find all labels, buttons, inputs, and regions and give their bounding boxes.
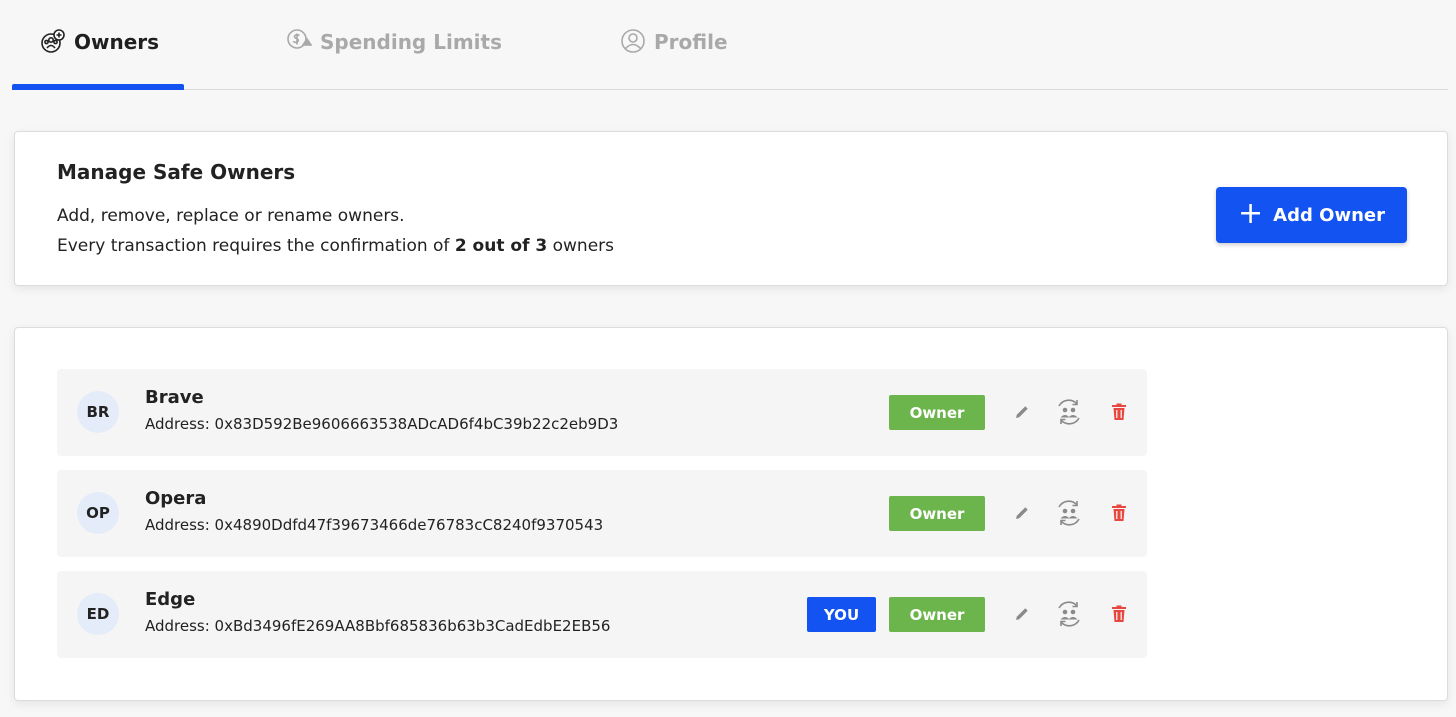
pencil-icon [1016, 507, 1028, 519]
replace-owner-button[interactable] [1053, 601, 1085, 627]
settings-tabs: Owners Spending Limits Profile [11, 0, 1448, 90]
owner-name: Edge [145, 589, 196, 610]
owner-address: Address: 0xBd3496fE269AA8Bbf685836b63b3C… [145, 617, 611, 635]
replace-owner-icon [1058, 399, 1080, 425]
plus-icon: + [1238, 195, 1264, 231]
tab-spending-limits[interactable]: Spending Limits [286, 28, 502, 90]
avatar: OP [77, 492, 119, 534]
owners-list-card: BR Brave Address: 0x83D592Be9606663538AD… [14, 327, 1448, 701]
tab-spending-limits-label: Spending Limits [320, 30, 502, 54]
replace-owner-icon [1058, 500, 1080, 526]
delete-owner-button[interactable] [1106, 399, 1132, 425]
owner-role-badge: Owner [889, 395, 985, 430]
owner-address: Address: 0x4890Ddfd47f39673466de76783cC8… [145, 516, 604, 534]
edit-owner-button[interactable] [1009, 500, 1035, 526]
edit-owner-button[interactable] [1009, 399, 1035, 425]
owner-row: ED Edge Address: 0xBd3496fE269AA8Bbf6858… [57, 571, 1147, 658]
replace-owner-icon [1058, 601, 1080, 627]
pencil-icon [1016, 608, 1028, 620]
tab-profile-label: Profile [654, 30, 728, 54]
profile-icon [620, 28, 646, 54]
avatar: BR [77, 391, 119, 433]
tab-owners-label: Owners [74, 30, 160, 54]
owner-row: BR Brave Address: 0x83D592Be9606663538AD… [57, 369, 1147, 456]
tab-owners[interactable]: Owners [11, 28, 185, 90]
spending-limits-icon [286, 28, 312, 54]
add-owner-label: Add Owner [1273, 204, 1385, 226]
threshold-suffix: owners [547, 236, 615, 256]
manage-owners-description: Add, remove, replace or rename owners. E… [57, 201, 614, 261]
owner-name: Brave [145, 387, 204, 408]
tab-profile[interactable]: Profile [620, 28, 728, 90]
edit-owner-button[interactable] [1009, 601, 1035, 627]
manage-owners-card: Manage Safe Owners Add, remove, replace … [14, 131, 1448, 286]
manage-owners-title: Manage Safe Owners [57, 160, 296, 184]
threshold-prefix: Every transaction requires the confirmat… [57, 236, 455, 256]
you-badge: YOU [807, 597, 876, 632]
trash-icon [1112, 403, 1126, 420]
trash-icon [1112, 605, 1126, 622]
owner-name: Opera [145, 488, 207, 509]
manage-owners-line2: Every transaction requires the confirmat… [57, 231, 614, 261]
owner-row: OP Opera Address: 0x4890Ddfd47f39673466d… [57, 470, 1147, 557]
add-owner-button[interactable]: + Add Owner [1216, 187, 1407, 243]
replace-owner-button[interactable] [1053, 399, 1085, 425]
owner-role-badge: Owner [889, 597, 985, 632]
trash-icon [1112, 504, 1126, 521]
delete-owner-button[interactable] [1106, 601, 1132, 627]
pencil-icon [1016, 406, 1028, 418]
avatar: ED [77, 593, 119, 635]
owner-address: Address: 0x83D592Be9606663538ADcAD6f4bC3… [145, 415, 619, 433]
manage-owners-line1: Add, remove, replace or rename owners. [57, 206, 405, 226]
replace-owner-button[interactable] [1053, 500, 1085, 526]
threshold-value: 2 out of 3 [454, 236, 548, 256]
delete-owner-button[interactable] [1106, 500, 1132, 526]
owner-role-badge: Owner [889, 496, 985, 531]
owners-icon [40, 28, 66, 54]
